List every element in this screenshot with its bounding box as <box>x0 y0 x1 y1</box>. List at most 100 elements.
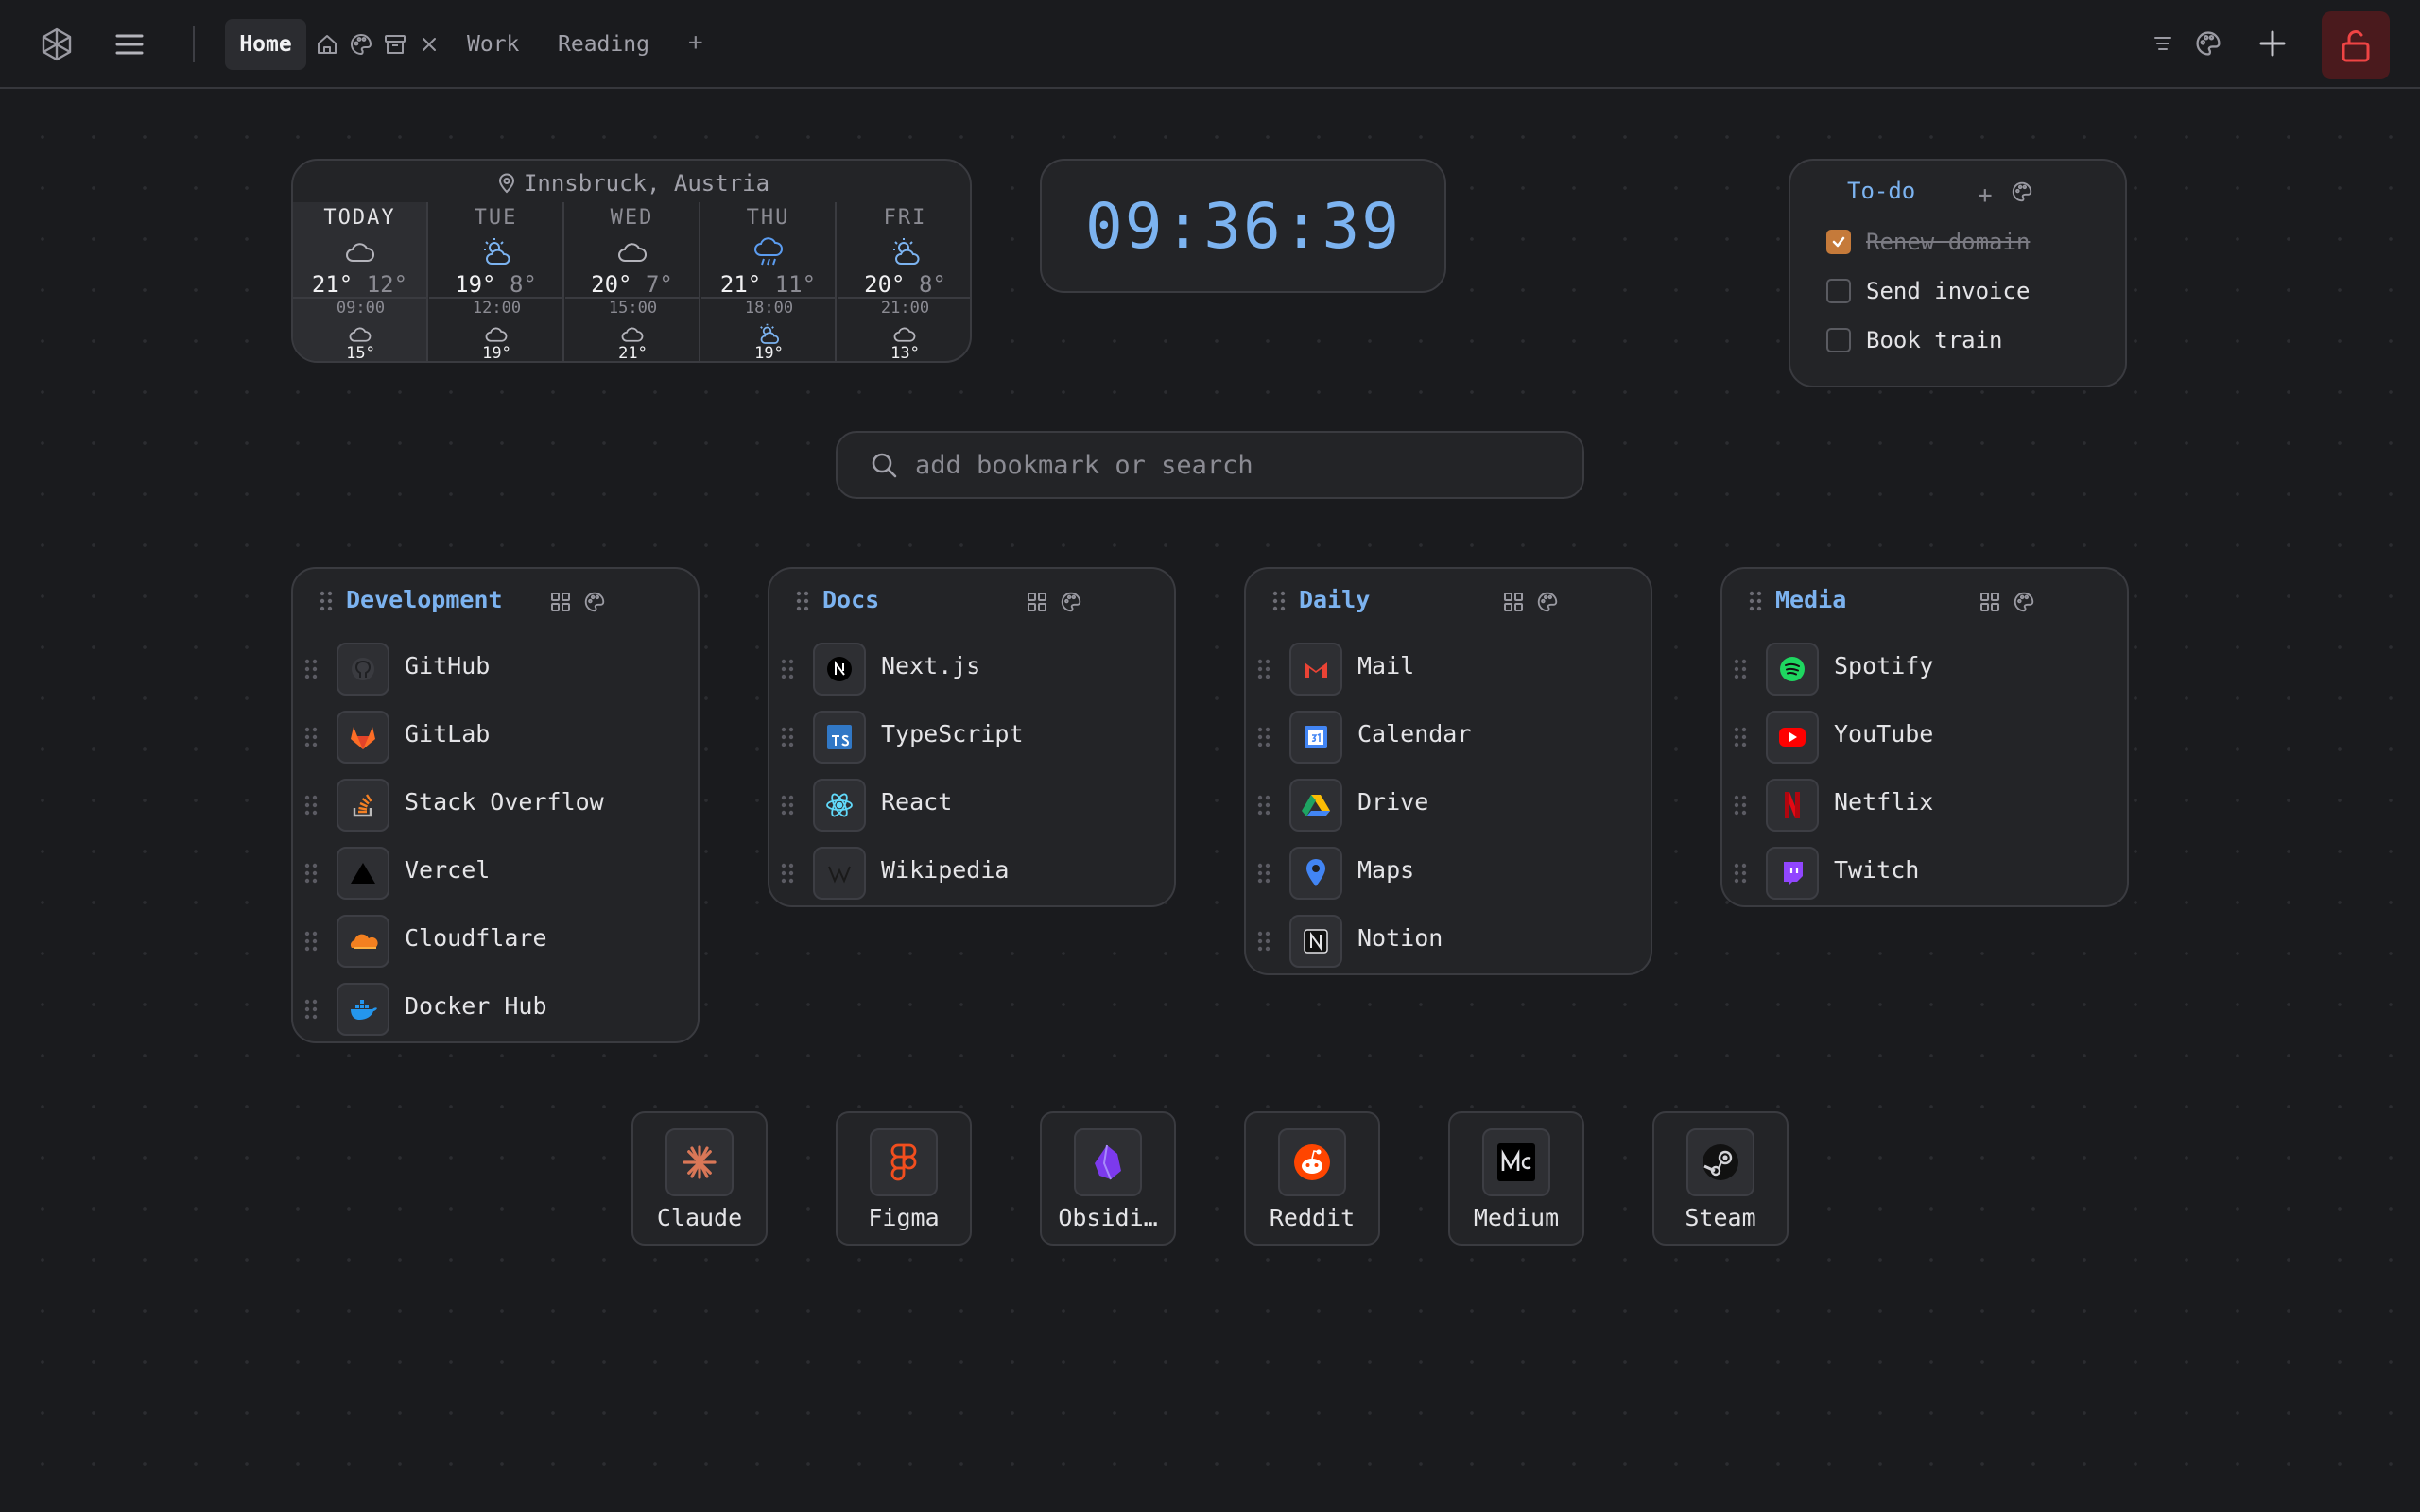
bookmark-item[interactable]: Drive <box>1246 771 1651 839</box>
dock-item-steam[interactable]: Steam <box>1652 1111 1789 1246</box>
tab-work[interactable]: Work <box>467 19 519 70</box>
dock-item-claude[interactable]: Claude <box>631 1111 768 1246</box>
drag-handle-icon[interactable] <box>304 726 318 748</box>
bookmark-item[interactable]: Mail <box>1246 635 1651 703</box>
group-title[interactable]: Development <box>346 586 503 613</box>
bookmark-item[interactable]: GitHub <box>293 635 698 703</box>
drag-handle-icon[interactable] <box>1257 862 1270 885</box>
drag-handle-icon[interactable] <box>781 862 794 885</box>
cloud-icon <box>616 237 648 267</box>
palette-icon[interactable] <box>582 590 607 614</box>
todo-item[interactable]: Renew domain <box>1826 225 2030 259</box>
bookmark-item[interactable]: YouTube <box>1722 703 2127 771</box>
cloud-icon <box>890 323 920 346</box>
group-title[interactable]: Docs <box>822 586 879 613</box>
bookmark-item[interactable]: Vercel <box>293 839 698 907</box>
todo-checkbox[interactable] <box>1826 328 1851 352</box>
weather-day-today: TODAY 21° 12° 09:00 15° <box>293 202 428 361</box>
todo-add-button[interactable]: + <box>1978 181 1993 210</box>
bookmark-item[interactable]: Spotify <box>1722 635 2127 703</box>
bookmark-item[interactable]: Wikipedia <box>769 839 1174 907</box>
group-title[interactable]: Media <box>1775 586 1846 613</box>
drag-handle-icon[interactable] <box>781 658 794 680</box>
palette-icon[interactable] <box>2012 590 2036 614</box>
bookmark-item[interactable]: GitLab <box>293 703 698 771</box>
bookmark-item[interactable]: Stack Overflow <box>293 771 698 839</box>
drag-handle-icon[interactable] <box>1257 930 1270 953</box>
palette-icon[interactable] <box>348 31 374 58</box>
archive-icon[interactable] <box>382 31 408 58</box>
bookmark-item[interactable]: Netflix <box>1722 771 2127 839</box>
palette-icon[interactable] <box>1535 590 1560 614</box>
drag-handle-icon[interactable] <box>1734 658 1747 680</box>
todo-checkbox[interactable] <box>1826 279 1851 303</box>
obsidian-icon <box>1074 1128 1142 1196</box>
dock-item-figma[interactable]: Figma <box>836 1111 972 1246</box>
palette-icon[interactable] <box>2010 180 2034 204</box>
nextjs-icon <box>813 643 866 696</box>
drag-handle-icon[interactable] <box>1734 794 1747 816</box>
grid-icon[interactable] <box>548 590 573 614</box>
bookmark-item[interactable]: Notion <box>1246 907 1651 975</box>
notion-icon <box>1289 915 1342 968</box>
drag-handle-icon[interactable] <box>320 590 333 612</box>
maps-pin-icon <box>1289 847 1342 900</box>
drag-handle-icon[interactable] <box>304 794 318 816</box>
bookmark-item[interactable]: Next.js <box>769 635 1174 703</box>
grid-icon[interactable] <box>1501 590 1526 614</box>
plus-icon[interactable] <box>2256 26 2290 60</box>
todo-item[interactable]: Send invoice <box>1826 274 2030 308</box>
calendar-icon <box>1289 711 1342 764</box>
drag-handle-icon[interactable] <box>781 794 794 816</box>
drag-handle-icon[interactable] <box>1257 726 1270 748</box>
todo-checkbox[interactable] <box>1826 230 1851 254</box>
close-icon[interactable] <box>416 31 442 58</box>
bookmark-item[interactable]: Twitch <box>1722 839 2127 907</box>
add-tab-button[interactable]: + <box>688 28 703 57</box>
palette-icon[interactable] <box>2193 28 2223 59</box>
gitlab-icon <box>337 711 389 764</box>
search-bar[interactable] <box>836 431 1584 499</box>
docker-icon <box>337 983 389 1036</box>
menu-icon[interactable] <box>112 26 147 62</box>
bookmark-item[interactable]: Calendar <box>1246 703 1651 771</box>
bookmark-item[interactable]: Docker Hub <box>293 975 698 1043</box>
wikipedia-icon <box>813 847 866 900</box>
drag-handle-icon[interactable] <box>1257 658 1270 680</box>
netflix-icon <box>1766 779 1819 832</box>
app-logo-icon[interactable] <box>38 26 76 63</box>
dock-item-obsidian[interactable]: Obsidi… <box>1040 1111 1176 1246</box>
drag-handle-icon[interactable] <box>1734 862 1747 885</box>
partly-sunny-icon <box>480 237 512 267</box>
drag-handle-icon[interactable] <box>304 658 318 680</box>
home-icon[interactable] <box>314 31 340 58</box>
drag-handle-icon[interactable] <box>1734 726 1747 748</box>
drag-handle-icon[interactable] <box>1257 794 1270 816</box>
grid-icon[interactable] <box>1978 590 2002 614</box>
drag-handle-icon[interactable] <box>1749 590 1762 612</box>
drag-handle-icon[interactable] <box>781 726 794 748</box>
dock-item-medium[interactable]: Medium <box>1448 1111 1584 1246</box>
list-icon[interactable] <box>2148 28 2178 59</box>
rain-icon <box>752 237 785 267</box>
search-input[interactable] <box>915 450 1558 480</box>
todo-title: To-do <box>1847 178 1916 204</box>
tab-reading[interactable]: Reading <box>558 19 649 70</box>
drag-handle-icon[interactable] <box>796 590 809 612</box>
bookmark-item[interactable]: Maps <box>1246 839 1651 907</box>
drag-handle-icon[interactable] <box>304 930 318 953</box>
tab-home[interactable]: Home <box>225 19 306 70</box>
unlock-button[interactable] <box>2322 11 2390 79</box>
bookmark-item[interactable]: React <box>769 771 1174 839</box>
palette-icon[interactable] <box>1059 590 1083 614</box>
weather-widget: Innsbruck, Austria TODAY 21° 12° 09:00 1… <box>291 159 972 363</box>
drag-handle-icon[interactable] <box>304 998 318 1021</box>
drag-handle-icon[interactable] <box>304 862 318 885</box>
todo-item[interactable]: Book train <box>1826 323 2003 357</box>
drag-handle-icon[interactable] <box>1272 590 1286 612</box>
grid-icon[interactable] <box>1025 590 1049 614</box>
group-title[interactable]: Daily <box>1299 586 1370 613</box>
dock-item-reddit[interactable]: Reddit <box>1244 1111 1380 1246</box>
bookmark-item[interactable]: TypeScript <box>769 703 1174 771</box>
bookmark-item[interactable]: Cloudflare <box>293 907 698 975</box>
